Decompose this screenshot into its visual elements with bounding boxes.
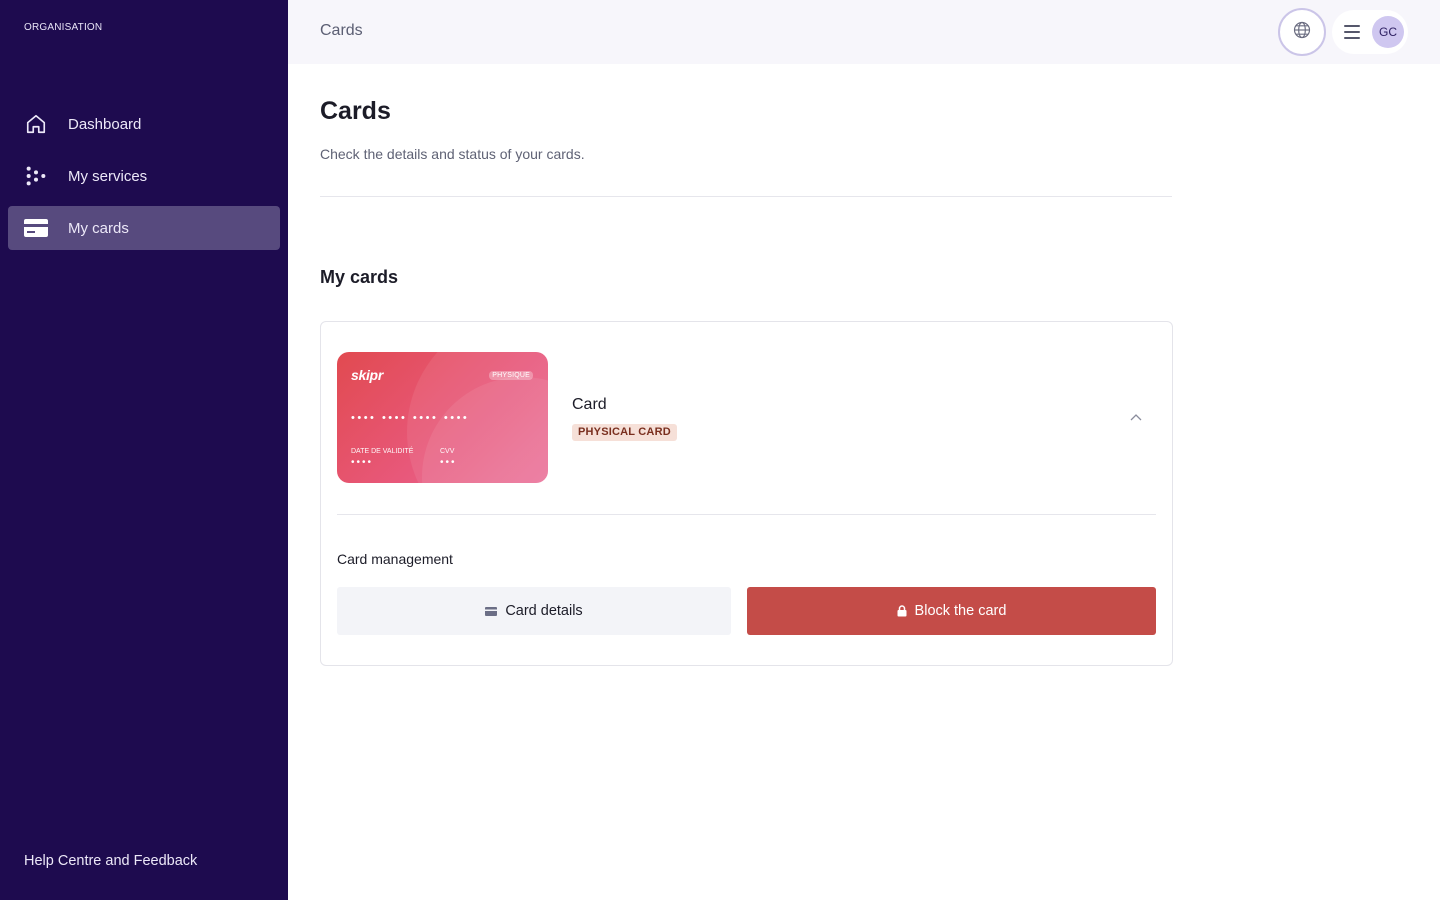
hamburger-icon	[1344, 25, 1360, 39]
topbar: Cards GC	[288, 0, 1440, 64]
card-details-button[interactable]: Card details	[337, 587, 731, 635]
avatar: GC	[1372, 16, 1404, 48]
card-panel: skipr PHYSIQUE •••• •••• •••• •••• DATE …	[320, 321, 1173, 666]
help-centre-link[interactable]: Help Centre and Feedback	[24, 853, 197, 869]
sidebar-nav: Dashboard My services My cards	[8, 102, 280, 258]
sidebar-item-dashboard[interactable]: Dashboard	[8, 102, 280, 146]
home-icon	[24, 112, 48, 136]
page-subtitle: Check the details and status of your car…	[320, 146, 585, 162]
card-type-badge: PHYSICAL CARD	[572, 424, 677, 441]
sidebar-item-label: My cards	[68, 219, 129, 237]
section-title: My cards	[320, 267, 399, 287]
sidebar-item-my-services[interactable]: My services	[8, 154, 280, 198]
card-expiry-label: DATE DE VALIDITÉ	[351, 448, 414, 455]
page-title: Cards	[320, 97, 391, 125]
card-details-label: Card details	[505, 603, 583, 619]
globe-icon	[1292, 20, 1312, 45]
sidebar-item-my-cards[interactable]: My cards	[8, 206, 280, 250]
card-number-masked: •••• •••• •••• ••••	[351, 412, 470, 424]
card-management-title: Card management	[337, 551, 453, 567]
sidebar-item-label: Dashboard	[68, 115, 142, 133]
divider	[320, 196, 1172, 197]
services-dots-icon	[24, 164, 48, 188]
block-card-label: Block the card	[914, 603, 1007, 619]
user-menu-button[interactable]: GC	[1332, 10, 1408, 54]
lock-icon	[897, 605, 907, 617]
block-card-button[interactable]: Block the card	[747, 587, 1156, 635]
language-button[interactable]	[1278, 8, 1326, 56]
credit-card-visual: skipr PHYSIQUE •••• •••• •••• •••• DATE …	[337, 352, 548, 483]
sidebar: ORGANISATION Dashboard My services My ca…	[0, 0, 288, 900]
credit-card-icon	[24, 216, 48, 240]
chevron-up-icon[interactable]	[1127, 408, 1145, 426]
sidebar-item-label: My services	[68, 167, 148, 185]
organisation-label: ORGANISATION	[24, 22, 103, 33]
credit-card-icon	[485, 606, 498, 616]
card-physical-tag: PHYSIQUE	[489, 371, 533, 380]
card-cvv-label: CVV	[440, 448, 455, 455]
card-expiry-masked: ••••	[351, 457, 374, 468]
card-cvv-masked: •••	[440, 457, 457, 468]
topbar-title: Cards	[320, 22, 363, 39]
card-brand-logo: skipr	[351, 367, 383, 383]
card-name: Card	[572, 396, 607, 413]
divider	[337, 514, 1156, 515]
